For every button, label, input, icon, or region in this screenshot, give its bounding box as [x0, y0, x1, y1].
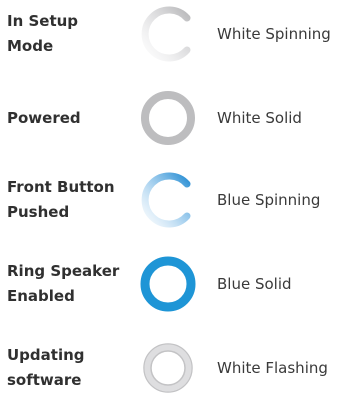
- state-label-line-2: Enabled: [7, 287, 75, 305]
- light-label: Blue Spinning: [217, 191, 321, 209]
- state-label-line-1: Updating: [7, 346, 85, 364]
- legend-row-powered: Powered White Solid: [0, 84, 356, 152]
- state-label-line-2: Pushed: [7, 203, 70, 221]
- legend-row-front-button-pushed: Front Button Pushed Blue Spinning: [0, 166, 356, 234]
- light-label: White Spinning: [217, 25, 331, 43]
- state-label-line-1: In Setup: [7, 12, 79, 30]
- state-label: Front Button Pushed: [7, 166, 132, 234]
- white-flashing-ring-icon: [143, 343, 193, 393]
- state-label-line-2: Mode: [7, 37, 54, 55]
- state-label-line-1: Ring Speaker: [7, 262, 120, 280]
- blue-spinning-ring-icon: [141, 172, 191, 228]
- state-label: Ring Speaker Enabled: [7, 250, 132, 318]
- state-label-line-1: Front Button: [7, 178, 115, 196]
- light-label: White Flashing: [217, 359, 328, 377]
- state-label: In Setup Mode: [7, 0, 132, 68]
- state-label: Updating software: [7, 334, 132, 402]
- light-status-legend: In Setup Mode White Spinning Powered Whi…: [0, 0, 356, 398]
- state-label: Powered: [7, 84, 132, 152]
- light-label: Blue Solid: [217, 275, 292, 293]
- legend-row-setup-mode: In Setup Mode White Spinning: [0, 0, 356, 68]
- white-solid-ring-icon: [141, 91, 195, 145]
- legend-row-updating-software: Updating software White Flashing: [0, 334, 356, 402]
- state-label-line-1: Powered: [7, 108, 81, 127]
- light-label: White Solid: [217, 109, 302, 127]
- state-label-line-2: software: [7, 371, 82, 389]
- white-spinning-ring-icon: [141, 6, 191, 62]
- legend-row-ring-speaker-enabled: Ring Speaker Enabled Blue Solid: [0, 250, 356, 318]
- blue-solid-ring-icon: [140, 256, 196, 312]
